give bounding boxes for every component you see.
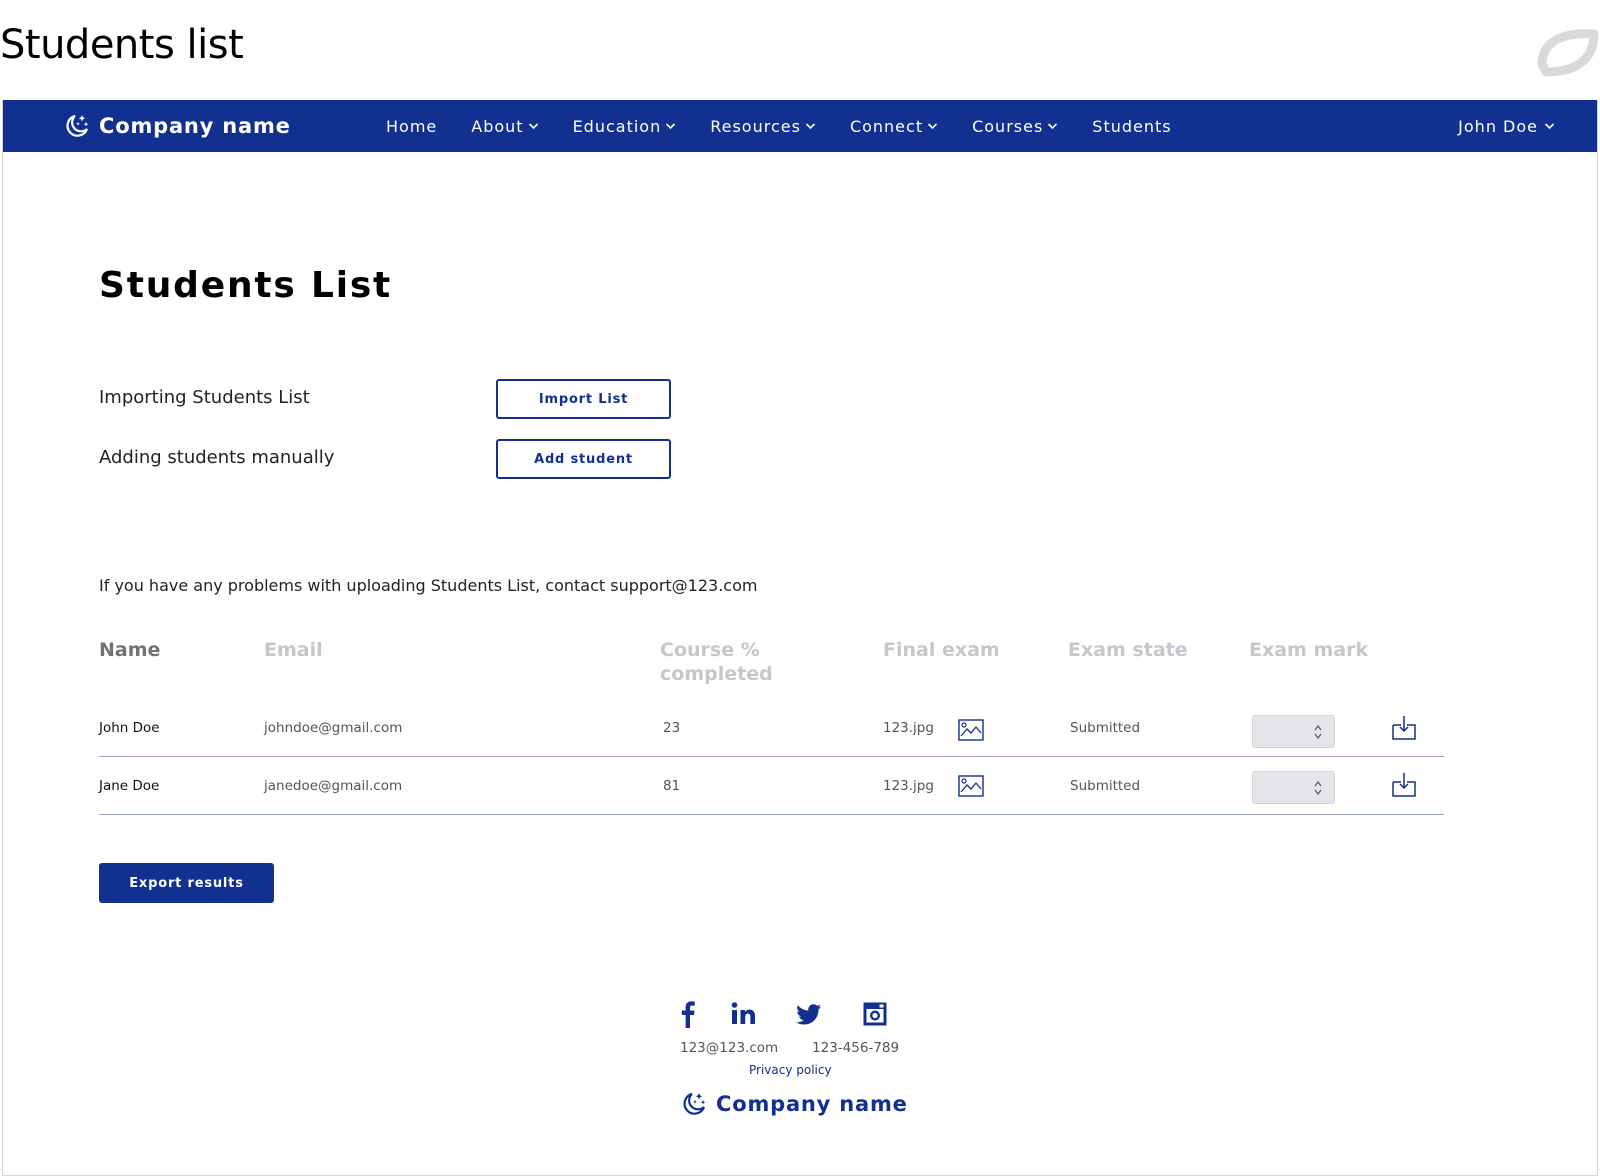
- nav-item-label: About: [471, 116, 524, 136]
- chevron-down-icon: [1048, 123, 1058, 130]
- app-frame: Company name Home About Education Resour…: [2, 100, 1598, 1176]
- cell-email: janedoe@gmail.com: [264, 778, 403, 794]
- chevron-down-icon: [805, 123, 816, 130]
- exam-mark-stepper[interactable]: [1252, 771, 1335, 804]
- user-name: John Doe: [1458, 116, 1538, 136]
- add-label: Adding students manually: [99, 447, 335, 468]
- user-menu[interactable]: John Doe: [1458, 100, 1555, 152]
- nav-item-about[interactable]: About: [471, 117, 538, 136]
- twitter-icon[interactable]: [795, 1000, 823, 1028]
- footer-brand[interactable]: Company name: [680, 1090, 908, 1118]
- row-divider: [99, 814, 1444, 815]
- column-header-name[interactable]: Name: [99, 638, 160, 662]
- row-divider: [99, 756, 1444, 757]
- cell-exam-file[interactable]: 123.jpg: [883, 720, 934, 736]
- column-header-course-line1: Course %: [660, 639, 760, 661]
- nav-item-courses[interactable]: Courses: [972, 117, 1058, 136]
- chevron-down-icon: [1544, 123, 1555, 130]
- document-title: Students list: [0, 22, 244, 68]
- nav-item-label: Students: [1092, 116, 1172, 136]
- cell-email: johndoe@gmail.com: [264, 720, 403, 736]
- nav-item-label: Education: [572, 116, 662, 136]
- nav-item-home[interactable]: Home: [386, 117, 437, 136]
- chevron-down-icon: [528, 123, 538, 130]
- nav-menu: Home About Education Resources Connect C…: [386, 100, 1206, 152]
- import-label: Importing Students List: [99, 387, 310, 408]
- cell-name: Jane Doe: [99, 778, 160, 794]
- image-preview-icon[interactable]: [958, 775, 984, 797]
- brand-name: Company name: [99, 114, 291, 138]
- nav-item-resources[interactable]: Resources: [710, 117, 816, 136]
- support-notice: If you have any problems with uploading …: [99, 576, 758, 595]
- top-navbar: Company name Home About Education Resour…: [3, 100, 1597, 152]
- moon-stars-logo-icon: [683, 1092, 706, 1115]
- export-results-button[interactable]: Export results: [99, 863, 274, 903]
- nav-item-label: Connect: [849, 116, 924, 136]
- nav-item-education[interactable]: Education: [573, 117, 677, 136]
- column-header-course[interactable]: Course % completed: [660, 638, 773, 686]
- add-student-button[interactable]: Add student: [496, 439, 671, 479]
- column-header-exam-state[interactable]: Exam state: [1068, 638, 1188, 662]
- leaf-logo-icon: [1537, 29, 1599, 77]
- footer-email[interactable]: 123@123.com: [680, 1040, 778, 1056]
- linkedin-icon[interactable]: [731, 1000, 757, 1028]
- facebook-icon[interactable]: [679, 1000, 697, 1028]
- nav-item-students[interactable]: Students: [1092, 117, 1171, 136]
- footer-brand-name: Company name: [716, 1092, 908, 1116]
- stepper-arrows-icon[interactable]: [1314, 724, 1322, 740]
- instagram-icon[interactable]: [862, 1000, 888, 1028]
- privacy-policy-link[interactable]: Privacy policy: [749, 1063, 832, 1077]
- column-header-exam-mark[interactable]: Exam mark: [1249, 638, 1368, 662]
- image-preview-icon[interactable]: [958, 719, 984, 741]
- column-header-final-exam[interactable]: Final exam: [883, 638, 1000, 662]
- nav-item-label: Courses: [972, 116, 1044, 136]
- exam-mark-stepper[interactable]: [1252, 715, 1335, 748]
- column-header-email[interactable]: Email: [264, 638, 323, 662]
- column-header-course-line2: completed: [660, 663, 773, 685]
- cell-course-percent: 81: [663, 778, 681, 794]
- download-icon[interactable]: [1391, 772, 1417, 798]
- chevron-down-icon: [666, 123, 676, 130]
- nav-item-label: Resources: [710, 116, 801, 136]
- nav-item-label: Home: [386, 116, 438, 136]
- cell-exam-state: Submitted: [1070, 720, 1141, 736]
- stepper-arrows-icon[interactable]: [1314, 780, 1322, 796]
- cell-exam-file[interactable]: 123.jpg: [883, 778, 934, 794]
- nav-item-connect[interactable]: Connect: [850, 117, 938, 136]
- download-icon[interactable]: [1391, 715, 1417, 741]
- cell-name: John Doe: [99, 720, 160, 736]
- cell-course-percent: 23: [663, 720, 681, 736]
- cell-exam-state: Submitted: [1070, 778, 1141, 794]
- page-title: Students List: [99, 265, 393, 306]
- social-links: [673, 1000, 893, 1030]
- import-list-button[interactable]: Import List: [496, 379, 671, 419]
- chevron-down-icon: [928, 123, 938, 130]
- moon-stars-logo-icon: [66, 114, 89, 137]
- footer-phone[interactable]: 123-456-789: [812, 1040, 899, 1056]
- brand[interactable]: Company name: [63, 100, 291, 152]
